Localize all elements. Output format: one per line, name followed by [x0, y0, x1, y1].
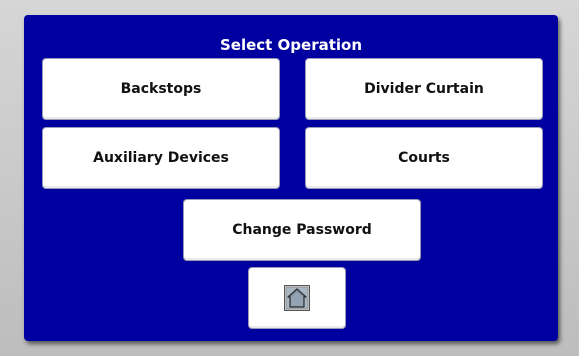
backstops-button[interactable]: Backstops: [42, 58, 280, 120]
auxiliary-devices-button[interactable]: Auxiliary Devices: [42, 127, 280, 189]
divider-curtain-button[interactable]: Divider Curtain: [305, 58, 543, 120]
panel-title: Select Operation: [219, 36, 363, 54]
home-icon: [284, 285, 310, 311]
home-button[interactable]: [248, 267, 346, 329]
change-password-button[interactable]: Change Password: [183, 199, 421, 261]
window-frame: Select Operation Backstops Divider Curta…: [0, 0, 579, 356]
operation-panel: Select Operation Backstops Divider Curta…: [24, 15, 558, 341]
courts-button[interactable]: Courts: [305, 127, 543, 189]
